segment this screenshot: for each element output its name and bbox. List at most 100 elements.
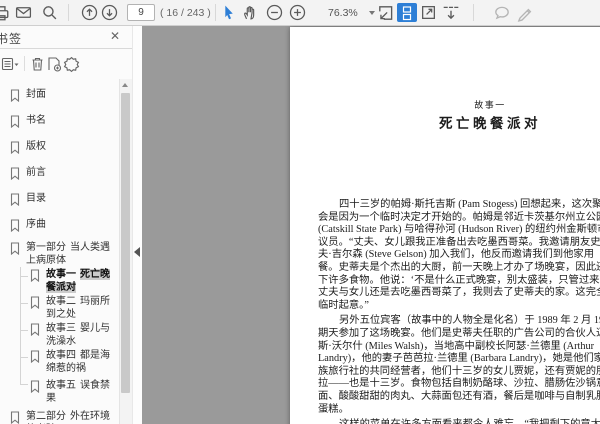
bookmark-item[interactable]: 书名: [0, 110, 120, 136]
previous-page-button[interactable]: [79, 3, 99, 22]
toolbar-separator: [68, 4, 69, 21]
page-number-input[interactable]: [127, 4, 155, 21]
text-line: 蛋糕。: [318, 403, 349, 415]
bookmark-icon: [30, 295, 40, 321]
text-line: 族旅行社的共同经营者，他们十三岁的女儿贾妮，还有贾妮的朋友萨: [318, 365, 600, 377]
bookmark-label: 故事五 误食禁果: [46, 380, 110, 404]
paragraph: 四十三岁的帕姆·斯托吉斯 (Pam Stogess) 回想起来，这次聚 会是因为一…: [318, 199, 600, 312]
panel-edge: [132, 25, 142, 424]
fullscreen-icon[interactable]: [418, 3, 438, 22]
bookmark-icon: [30, 268, 40, 294]
toolbar: ( 16 / 243 ) 76.3%: [0, 0, 600, 26]
bookmark-item[interactable]: 故事一 死亡晚餐派对: [0, 267, 120, 294]
fit-page-icon[interactable]: [376, 3, 396, 22]
bookmark-item[interactable]: 封面: [0, 84, 120, 110]
printer-icon[interactable]: [0, 3, 11, 22]
text-line: 面、酸酸甜甜的肉丸、大蒜面包还有酒，餐后是咖啡与自制乳脂软糖: [318, 390, 600, 402]
text-line: 会是因为一个临时决定才开始的。帕姆是邻近卡茨基尔州立公园: [318, 211, 600, 223]
bookmark-icon: [10, 218, 20, 236]
bookmark-icon: [30, 379, 40, 405]
select-tool-icon[interactable]: [218, 3, 238, 22]
body-text: 四十三岁的帕姆·斯托吉斯 (Pam Stogess) 回想起来，这次聚 会是因为一…: [318, 199, 600, 424]
bookmark-label: 第一部分 当人类遇上病原体: [26, 241, 110, 266]
bookmark-label: 目录: [26, 193, 46, 204]
bookmark-icon: [10, 166, 20, 184]
collapse-panel-icon[interactable]: [134, 247, 140, 257]
bookmark-icon: [10, 88, 20, 106]
tools-separator: [24, 56, 25, 71]
badge-icon[interactable]: [62, 55, 80, 73]
bookmark-label: 故事一 死亡晚餐派对: [46, 268, 110, 293]
document-canvas[interactable]: 故事一 死亡晚餐派对 四十三岁的帕姆·斯托吉斯 (Pam Stogess) 回想…: [141, 25, 600, 424]
bookmarks-panel-title: 书签: [0, 32, 23, 46]
text-line: 四十三岁的帕姆·斯托吉斯 (Pam Stogess) 回想起来，这次聚: [339, 199, 600, 210]
search-icon[interactable]: [39, 3, 59, 22]
continuous-scroll-icon[interactable]: [441, 3, 461, 22]
bookmark-label: 第二部分外在环境的考验: [26, 410, 110, 424]
delete-bookmark-icon[interactable]: [28, 55, 46, 73]
text-line: 夫·吉尔森 (Steve Gelson) 加入我们，他反而邀请我们到他家用: [318, 249, 594, 261]
options-menu-icon[interactable]: [1, 55, 19, 73]
bookmark-label: 序曲: [26, 219, 46, 230]
bookmark-icon: [10, 192, 20, 210]
text-line: 议员。“丈夫、女儿跟我正准备出去吃墨西哥菜。我邀请朋友史蒂: [318, 236, 600, 248]
bookmark-icon: [10, 140, 20, 158]
bookmark-item[interactable]: 故事五 误食禁果: [0, 375, 120, 409]
comment-icon[interactable]: [492, 3, 512, 22]
zoom-out-icon[interactable]: [264, 3, 284, 22]
text-line: 拉——也是十三岁。食物包括自制奶酪球、沙拉、腊肠佐沙锅意大利: [318, 378, 600, 390]
bookmark-item[interactable]: 版权: [0, 136, 120, 162]
document-page: 故事一 死亡晚餐派对 四十三岁的帕姆·斯托吉斯 (Pam Stogess) 回想…: [290, 27, 600, 424]
bookmark-label: 故事三 婴儿与洗澡水: [46, 322, 110, 347]
bookmark-item[interactable]: 前言: [0, 162, 120, 188]
text-line: 临时起意。”: [318, 299, 369, 311]
annotate-pen-icon[interactable]: [515, 3, 535, 22]
bookmark-label: 封面: [26, 89, 46, 100]
pdf-reader-window: ( 16 / 243 ) 76.3%: [0, 0, 600, 424]
next-page-button[interactable]: [99, 3, 119, 22]
bookmark-item[interactable]: 目录: [0, 188, 120, 214]
story-label: 故事一: [474, 100, 506, 110]
text-line: 丈夫与女儿还是去吃墨西哥菜了，我则去了史蒂夫的家。这完全是: [318, 287, 600, 299]
toolbar-separator: [473, 4, 474, 21]
email-icon[interactable]: [13, 3, 33, 22]
text-line: (Catskill State Park) 与哈得孙河 (Hudson Rive…: [318, 224, 600, 236]
zoom-dropdown-caret[interactable]: [369, 11, 375, 15]
text-line: 餐。史蒂夫是个杰出的大厨，前一天晚上才办了场晚宴，因此还剩: [318, 261, 600, 273]
bookmarks-list: 封面书名版权前言目录序曲第一部分 当人类遇上病原体 故事一 死亡晚餐派对 故事二 玛丽所到…: [0, 79, 120, 424]
toolbar-separator: [215, 4, 216, 21]
page-count-label: ( 16 / 243 ): [160, 7, 211, 19]
paragraph: 另外五位宾客（故事中的人物全是化名）于 1989 年 2 月 19 日星 期天参加…: [318, 315, 600, 416]
bookmark-icon: [30, 322, 40, 348]
scrollbar-up-arrow[interactable]: [122, 83, 128, 87]
bookmarks-panel: 书签 ✕ 封面 书名 版权 前言 目录 序曲 第一部分 当人类遇上病原体 故事一…: [0, 25, 132, 424]
bookmark-label: 故事二 玛丽所到之处: [46, 295, 110, 320]
new-bookmark-icon[interactable]: [45, 55, 63, 73]
bookmark-icon: [10, 241, 20, 267]
bookmark-label: 版权: [26, 141, 46, 152]
text-line: 这样的菜单在许多方面看来都令人难忘。“我把剩下的意大利面: [318, 419, 600, 424]
bookmark-item[interactable]: 故事三 婴儿与洗澡水: [0, 321, 120, 348]
hand-tool-icon[interactable]: [239, 3, 259, 22]
scrolling-page-view-icon[interactable]: [397, 3, 417, 22]
bookmark-item[interactable]: 第二部分外在环境的考验: [0, 409, 120, 424]
text-line: 另外五位宾客（故事中的人物全是化名）于 1989 年 2 月 19 日星: [339, 315, 600, 327]
close-panel-icon[interactable]: ✕: [110, 29, 120, 43]
story-title: 死亡晚餐派对: [439, 116, 541, 131]
bookmarks-toolbar: [0, 49, 132, 79]
sidebar-scrollbar[interactable]: [119, 79, 132, 424]
text-line: 下许多食物。他说：‘不是什么正式晚宴，别太盛装，只管过来。’: [318, 274, 600, 286]
text-line: 斯·沃尔什 (Miles Walsh)，当地高中副校长阿瑟·兰德里 (Arthu…: [318, 340, 595, 352]
zoom-level-label[interactable]: 76.3%: [328, 7, 358, 19]
bookmark-icon: [10, 114, 20, 132]
text-line: Landry)，他的妻子芭芭拉·兰德里 (Barbara Landry)，她是他…: [318, 353, 600, 365]
bookmark-item[interactable]: 故事二 玛丽所到之处: [0, 294, 120, 321]
bookmark-item[interactable]: 序曲: [0, 214, 120, 240]
zoom-in-icon[interactable]: [287, 3, 307, 22]
bookmark-icon: [10, 410, 20, 424]
scrollbar-thumb[interactable]: [121, 93, 130, 393]
bookmark-item[interactable]: 故事四 都是海绵惹的祸: [0, 348, 120, 375]
bookmark-item[interactable]: 第一部分 当人类遇上病原体: [0, 240, 120, 267]
bookmark-icon: [30, 349, 40, 375]
bookmarks-panel-header: 书签 ✕: [0, 25, 132, 49]
